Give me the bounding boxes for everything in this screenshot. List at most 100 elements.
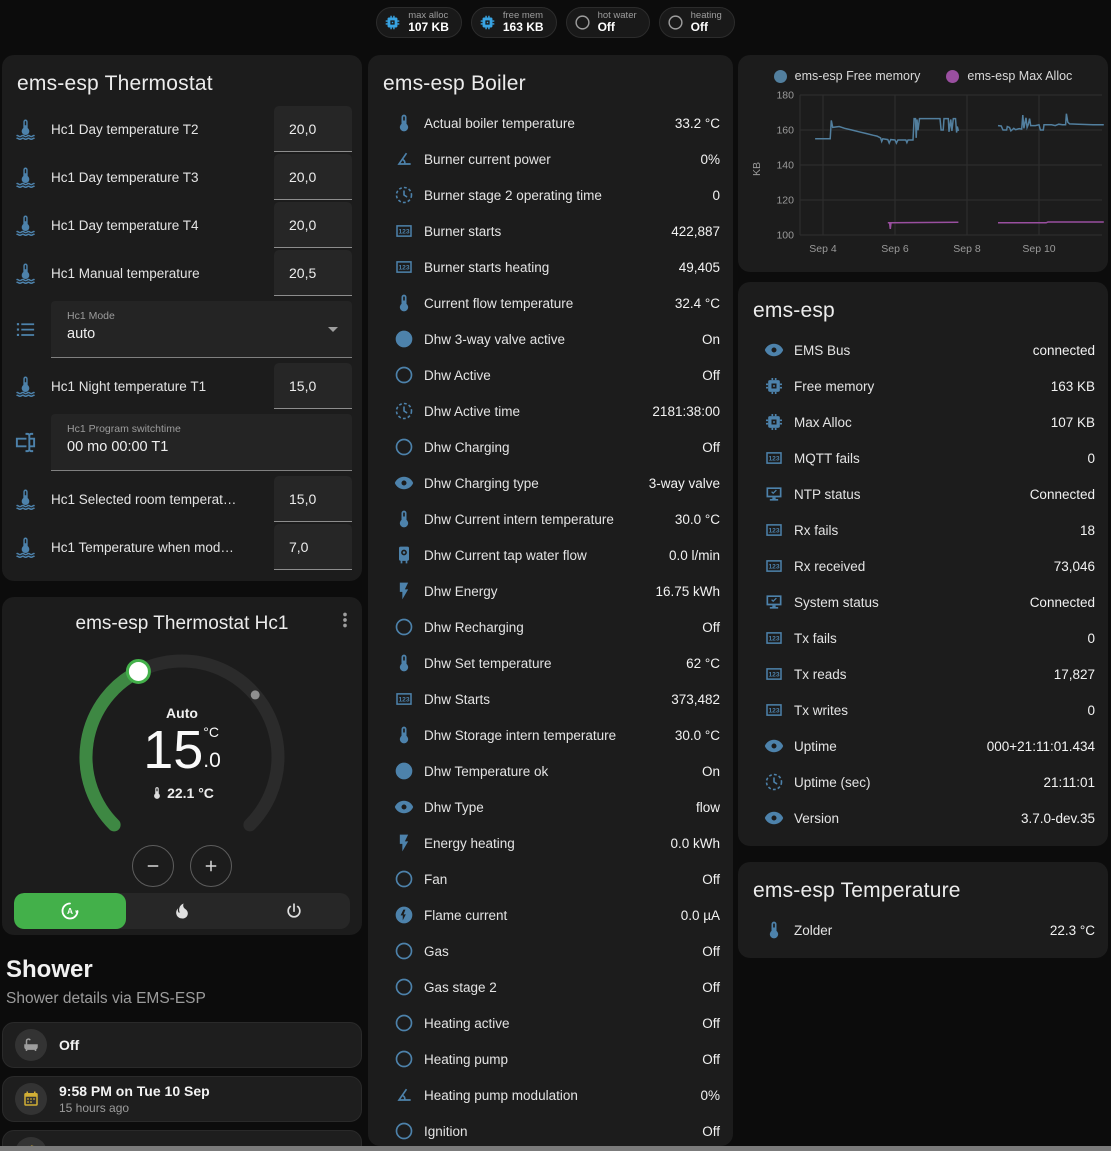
entity-row[interactable]: 123Burner starts422,887: [368, 213, 733, 249]
entity-value: 21:11:01: [1043, 775, 1095, 790]
memory-icon: [764, 412, 784, 432]
thermometer-water-icon: [14, 214, 37, 237]
chip-hot-water[interactable]: hot waterOff: [566, 7, 650, 38]
shower-card-text: 9:58 PM on Tue 10 Sep15 hours ago: [59, 1083, 210, 1115]
mode-select[interactable]: Hc1 Modeauto: [51, 301, 352, 358]
entity-row[interactable]: 123Tx fails0: [738, 620, 1108, 656]
entity-row[interactable]: Burner stage 2 operating time0: [368, 177, 733, 213]
hvac-mode-off[interactable]: [238, 893, 350, 929]
hvac-mode-auto[interactable]: A: [14, 893, 126, 929]
decrease-temperature-button[interactable]: [132, 845, 174, 887]
entity-row[interactable]: Dhw Energy16.75 kWh: [368, 573, 733, 609]
entity-row[interactable]: Uptime (sec)21:11:01: [738, 764, 1108, 800]
entity-row[interactable]: Dhw Current tap water flow0.0 l/min: [368, 537, 733, 573]
entity-row[interactable]: EMS Busconnected: [738, 332, 1108, 368]
entity-row[interactable]: Flame current0.0 µA: [368, 897, 733, 933]
entity-row[interactable]: Dhw ActiveOff: [368, 357, 733, 393]
entity-value: 373,482: [671, 692, 720, 707]
entity-row[interactable]: Energy heating0.0 kWh: [368, 825, 733, 861]
shower-icon-chip: [15, 1029, 47, 1061]
entity-row[interactable]: 123Tx reads17,827: [738, 656, 1108, 692]
entity-row[interactable]: Dhw RechargingOff: [368, 609, 733, 645]
entity-row: Hc1 Night temperature T115,0: [2, 362, 362, 410]
entity-value: 107 KB: [1051, 415, 1095, 430]
entity-label: Flame current: [424, 908, 671, 923]
temperature-card: ems-esp Temperature Zolder22.3 °C: [738, 862, 1108, 958]
legend-item-free-memory[interactable]: ems-esp Free memory: [774, 69, 921, 83]
entity-label: System status: [794, 595, 1020, 610]
shower-card[interactable]: Off: [2, 1022, 362, 1068]
entity-row[interactable]: Dhw 3-way valve activeOn: [368, 321, 733, 357]
entity-row[interactable]: Dhw Set temperature62 °C: [368, 645, 733, 681]
dial-target-knob[interactable]: [127, 660, 149, 682]
entity-row[interactable]: 123Burner starts heating49,405: [368, 249, 733, 285]
hvac-mode-heat[interactable]: [126, 893, 238, 929]
number-input[interactable]: 7,0: [274, 524, 352, 570]
memory-icon: [479, 14, 496, 31]
entity-row[interactable]: Heating activeOff: [368, 1005, 733, 1041]
circle-outline-icon: [394, 617, 414, 637]
entity-row[interactable]: GasOff: [368, 933, 733, 969]
entity-row[interactable]: Dhw Temperature okOn: [368, 753, 733, 789]
card-title: ems-esp Thermostat: [2, 55, 362, 105]
shower-card[interactable]: 9:58 PM on Tue 10 Sep15 hours ago: [2, 1076, 362, 1122]
chip-max-alloc[interactable]: max alloc107 KB: [376, 7, 462, 38]
entity-row[interactable]: Heating pumpOff: [368, 1041, 733, 1077]
entity-row[interactable]: Dhw Current intern temperature30.0 °C: [368, 501, 733, 537]
entity-row[interactable]: Version3.7.0-dev.35: [738, 800, 1108, 836]
entity-row[interactable]: System statusConnected: [738, 584, 1108, 620]
entity-row[interactable]: Gas stage 2Off: [368, 969, 733, 1005]
chip-heating[interactable]: heatingOff: [659, 7, 735, 38]
svg-text:123: 123: [398, 697, 409, 704]
increase-temperature-button[interactable]: [190, 845, 232, 887]
counter-icon: 123: [394, 221, 414, 241]
number-input[interactable]: 20,5: [274, 250, 352, 296]
entity-row[interactable]: Current flow temperature32.4 °C: [368, 285, 733, 321]
entity-row[interactable]: Max Alloc107 KB: [738, 404, 1108, 440]
plus-icon: [202, 857, 220, 875]
number-input[interactable]: 20,0: [274, 106, 352, 152]
entity-row[interactable]: 123Rx received73,046: [738, 548, 1108, 584]
entity-row[interactable]: Uptime000+21:11:01.434: [738, 728, 1108, 764]
entity-label: Rx received: [794, 559, 1044, 574]
entity-row[interactable]: Dhw Active time2181:38:00: [368, 393, 733, 429]
entity-row[interactable]: 123Dhw Starts373,482: [368, 681, 733, 717]
chip-free-mem[interactable]: free mem163 KB: [471, 7, 557, 38]
dial-active-arc[interactable]: [86, 671, 138, 824]
entity-row[interactable]: Zolder22.3 °C: [738, 912, 1108, 948]
entity-row[interactable]: Burner current power0%: [368, 141, 733, 177]
thermometer-water-icon: [14, 488, 37, 511]
counter-icon: 123: [764, 448, 784, 468]
entity-row[interactable]: 123Tx writes0: [738, 692, 1108, 728]
svg-text:123: 123: [768, 456, 779, 463]
dial-arc[interactable]: [62, 639, 302, 879]
legend-label: ems-esp Max Alloc: [967, 69, 1072, 83]
minus-icon: [144, 857, 162, 875]
entity-label: Free memory: [794, 379, 1041, 394]
entity-label: Dhw Recharging: [424, 620, 692, 635]
entity-row[interactable]: Dhw Typeflow: [368, 789, 733, 825]
entity-row[interactable]: NTP statusConnected: [738, 476, 1108, 512]
memory-history-chart-card: ems-esp Free memoryems-esp Max Alloc 100…: [738, 55, 1108, 272]
entity-row[interactable]: Dhw Charging type3-way valve: [368, 465, 733, 501]
entity-row[interactable]: Dhw ChargingOff: [368, 429, 733, 465]
text-field[interactable]: Hc1 Program switchtime00 mo 00:00 T1: [51, 414, 352, 471]
shower-subtitle: Shower details via EMS-ESP: [6, 990, 360, 1008]
entity-label: Dhw Type: [424, 800, 686, 815]
entity-row[interactable]: 123MQTT fails0: [738, 440, 1108, 476]
legend-item-max-alloc[interactable]: ems-esp Max Alloc: [946, 69, 1072, 83]
number-input[interactable]: 15,0: [274, 363, 352, 409]
entity-row[interactable]: Actual boiler temperature33.2 °C: [368, 105, 733, 141]
svg-text:KB: KB: [751, 162, 763, 176]
entity-row[interactable]: 123Rx fails18: [738, 512, 1108, 548]
number-input[interactable]: 20,0: [274, 154, 352, 200]
entity-row[interactable]: Dhw Storage intern temperature30.0 °C: [368, 717, 733, 753]
entity-label: NTP status: [794, 487, 1020, 502]
entity-row[interactable]: IgnitionOff: [368, 1113, 733, 1146]
dots-vertical-icon[interactable]: [334, 609, 356, 631]
entity-row[interactable]: Heating pump modulation0%: [368, 1077, 733, 1113]
entity-row[interactable]: Free memory163 KB: [738, 368, 1108, 404]
number-input[interactable]: 15,0: [274, 476, 352, 522]
number-input[interactable]: 20,0: [274, 202, 352, 248]
entity-row[interactable]: FanOff: [368, 861, 733, 897]
